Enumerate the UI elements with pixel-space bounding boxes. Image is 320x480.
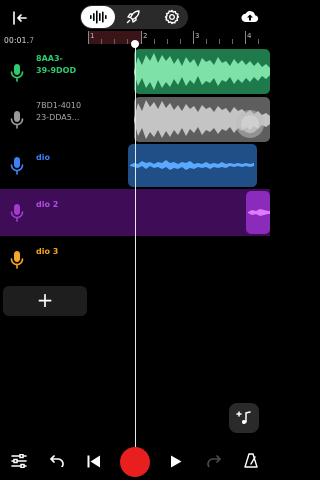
- ruler-subtick: [219, 39, 220, 44]
- ruler-tick: [141, 31, 142, 44]
- microphone-icon[interactable]: [10, 250, 24, 270]
- timecode-fraction: 7: [29, 36, 35, 45]
- rocket-icon[interactable]: [125, 9, 141, 25]
- track-name-line: dio: [36, 153, 50, 162]
- timeline-ruler[interactable]: 1 2 3 4: [88, 31, 270, 45]
- playhead-handle[interactable]: [131, 40, 139, 48]
- ruler-mark: 3: [195, 32, 200, 40]
- plus-icon: +: [36, 288, 54, 312]
- ruler-tick: [245, 31, 246, 44]
- track-name-line: dio 2: [36, 200, 59, 209]
- track-name-line: 7BD1-4010: [36, 101, 82, 110]
- track-name[interactable]: dio 3: [36, 246, 86, 258]
- track-name[interactable]: dio 2: [36, 199, 86, 211]
- ruler-subtick: [258, 39, 259, 44]
- cloud-upload-icon[interactable]: [241, 9, 259, 24]
- play-icon[interactable]: [170, 455, 182, 468]
- microphone-icon[interactable]: [10, 156, 24, 176]
- track-name-line: 23-DDA5...: [36, 113, 80, 122]
- track-name[interactable]: 7BD1-4010 23-DDA5...: [36, 100, 86, 124]
- waveform-graphic: [134, 100, 270, 139]
- waveform-graphic: [134, 53, 270, 90]
- ruler-tick: [193, 31, 194, 44]
- redo-icon[interactable]: [207, 455, 221, 467]
- ruler-mark: 2: [143, 32, 148, 40]
- record-button[interactable]: [120, 447, 150, 477]
- audio-clip[interactable]: [128, 144, 257, 187]
- track-name-line: 8AA3-: [36, 54, 63, 63]
- track-name-line: dio 3: [36, 247, 59, 256]
- waveform-icon: [89, 10, 107, 24]
- timecode-display: 00:01.7: [4, 36, 34, 45]
- waveform-graphic: [248, 209, 270, 216]
- waveform-graphic: [130, 160, 254, 170]
- ruler-subtick: [206, 39, 207, 44]
- microphone-icon[interactable]: [10, 110, 24, 130]
- track-name[interactable]: 8AA3- 39-9DOD: [36, 53, 86, 77]
- ruler-subtick: [232, 39, 233, 44]
- ruler-subtick: [101, 39, 102, 44]
- metronome-icon[interactable]: [244, 453, 258, 468]
- ruler-subtick: [114, 39, 115, 44]
- gear-icon[interactable]: [164, 9, 180, 25]
- skip-to-start-icon[interactable]: [87, 455, 101, 468]
- track-name-line: 39-9DOD: [36, 66, 77, 75]
- ruler-subtick: [127, 39, 128, 44]
- audio-clip[interactable]: [246, 191, 270, 234]
- ruler-subtick: [167, 39, 168, 44]
- music-note-plus-icon: [236, 411, 251, 424]
- ruler-subtick: [180, 39, 181, 44]
- ruler-subtick: [154, 39, 155, 44]
- timecode-main: 00:01.: [4, 36, 30, 45]
- playhead[interactable]: [134, 43, 136, 447]
- microphone-icon[interactable]: [10, 203, 24, 223]
- ruler-tick: [88, 31, 89, 44]
- mixer-sliders-icon[interactable]: [11, 454, 27, 468]
- audio-clip[interactable]: [134, 97, 270, 142]
- audio-clip[interactable]: [134, 49, 270, 94]
- undo-icon[interactable]: [50, 455, 64, 467]
- microphone-icon[interactable]: [10, 63, 24, 83]
- exit-icon[interactable]: [12, 10, 28, 26]
- add-instrument-button[interactable]: [229, 403, 259, 433]
- ruler-mark: 1: [90, 32, 95, 40]
- add-track-button[interactable]: +: [3, 286, 87, 316]
- ruler-mark: 4: [247, 32, 252, 40]
- track-name[interactable]: dio: [36, 152, 86, 164]
